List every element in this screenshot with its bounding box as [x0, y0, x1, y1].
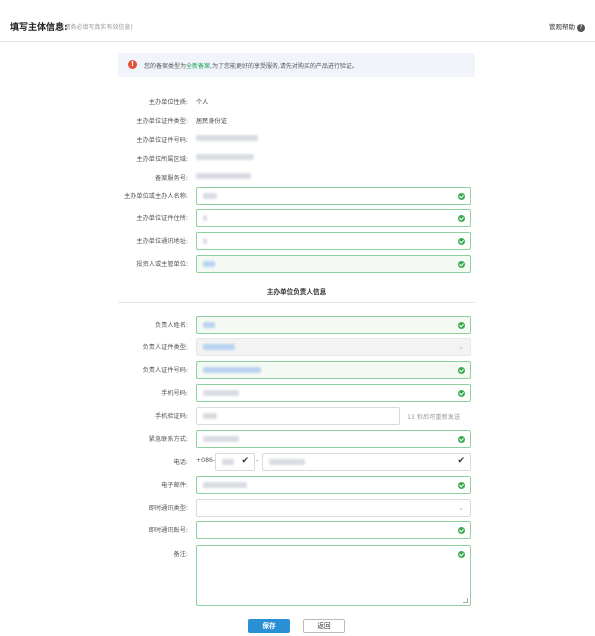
checkmark-icon: ✔: [241, 456, 249, 466]
check-icon: [458, 322, 465, 329]
sms-resend-hint: 13 秒后可重新发送: [407, 414, 461, 421]
remark-textarea[interactable]: [196, 545, 471, 606]
check-icon: [458, 551, 465, 558]
row-email: 电子邮件:: [0, 476, 595, 494]
row-emergency: 紧急联系方式:: [0, 430, 595, 448]
value-unit-id-number: [196, 135, 258, 142]
row-unit-nature: 主办单位性质: 个人: [0, 93, 595, 111]
value-service-number: [196, 173, 251, 180]
label-person-name: 负责人姓名:: [154, 322, 188, 329]
label-investor: 投资人或主管单位:: [136, 261, 188, 268]
check-icon: [458, 390, 465, 397]
resize-handle[interactable]: [463, 598, 468, 603]
page-header: 填写主体信息: (请务必填写真实有效信息) 管观帮助?: [0, 0, 595, 42]
phone-separator: -: [256, 457, 259, 464]
label-im-type: 即时通讯类型:: [148, 505, 188, 512]
check-icon: [458, 436, 465, 443]
value-unit-id-type: 居民身份证: [196, 118, 227, 125]
check-icon: [458, 367, 465, 374]
row-mobile: 手机号码:: [0, 384, 595, 402]
chevron-down-icon: ⌄: [458, 343, 464, 351]
warning-icon: !: [128, 60, 137, 69]
check-icon: [458, 261, 465, 268]
notice-text: 您的备案类型为全新备案,为了您能更好的享受服务,请先对购买的产品进行验证。: [144, 63, 358, 70]
email-input[interactable]: [196, 476, 471, 494]
phone-number-input[interactable]: ✔: [262, 453, 471, 471]
label-service-number: 备案服务号:: [154, 175, 188, 182]
check-icon: [458, 238, 465, 245]
check-icon: [458, 527, 465, 534]
investor-input[interactable]: [196, 255, 471, 273]
unit-address-input[interactable]: [196, 209, 471, 227]
page-title: 填写主体信息:: [10, 23, 68, 33]
label-emergency: 紧急联系方式:: [148, 436, 188, 443]
phone-area-code-input[interactable]: ✔: [215, 453, 255, 471]
back-button[interactable]: 返回: [303, 619, 345, 633]
label-email: 电子邮件:: [161, 482, 188, 489]
row-phone: 电话: +086- ✔ - ✔: [0, 453, 595, 471]
label-mobile: 手机号码:: [161, 390, 188, 397]
row-unit-id-number: 主办单位证件号码:: [0, 131, 595, 149]
im-account-input[interactable]: [196, 521, 471, 539]
row-person-name: 负责人姓名:: [0, 316, 595, 334]
row-service-number: 备案服务号:: [0, 169, 595, 187]
section-title: 主办单位负责人信息: [266, 288, 327, 296]
label-unit-id-type: 主办单位证件类型:: [136, 118, 188, 125]
row-im-account: 即时通讯账号:: [0, 521, 595, 539]
check-icon: [458, 193, 465, 200]
person-id-type-select[interactable]: ⌄: [196, 338, 471, 356]
label-phone: 电话:: [173, 459, 188, 466]
notice-banner: ! 您的备案类型为全新备案,为了您能更好的享受服务,请先对购买的产品进行验证。: [118, 53, 475, 77]
label-sms-code: 手机验证码:: [154, 413, 188, 420]
label-unit-address: 主办单位证件住所:: [136, 215, 188, 222]
page-subtitle: (请务必填写真实有效信息): [62, 24, 133, 31]
label-unit-region: 主办单位所属区域:: [136, 156, 188, 163]
unit-mail-address-input[interactable]: [196, 232, 471, 250]
checkmark-icon: ✔: [457, 456, 465, 466]
unit-name-input[interactable]: [196, 187, 471, 205]
sms-code-input[interactable]: [196, 407, 400, 425]
help-label: 管观帮助: [549, 23, 575, 31]
row-unit-address: 主办单位证件住所:: [0, 209, 595, 227]
row-unit-region: 主办单位所属区域:: [0, 150, 595, 168]
check-icon: [458, 215, 465, 222]
check-icon: [458, 482, 465, 489]
emergency-contact-input[interactable]: [196, 430, 471, 448]
help-link[interactable]: 管观帮助?: [549, 21, 585, 32]
row-person-id-type: 负责人证件类型: ⌄: [0, 338, 595, 356]
person-id-number-input[interactable]: [196, 361, 471, 379]
phone-country-code: +086-: [196, 457, 216, 464]
label-person-id-type: 负责人证件类型:: [142, 344, 188, 351]
row-sms-code: 手机验证码: 13 秒后可重新发送: [0, 407, 595, 425]
label-unit-id-number: 主办单位证件号码:: [136, 137, 188, 144]
label-person-id-number: 负责人证件号码:: [142, 367, 188, 374]
mobile-input[interactable]: [196, 384, 471, 402]
row-unit-mail-address: 主办单位通讯地址:: [0, 232, 595, 250]
question-icon: ?: [577, 24, 585, 32]
person-name-input[interactable]: [196, 316, 471, 334]
label-unit-name: 主办单位或主办人名称:: [124, 193, 188, 200]
label-im-account: 即时通讯账号:: [148, 527, 188, 534]
row-im-type: 即时通讯类型: ⌄: [0, 499, 595, 517]
row-unit-id-type: 主办单位证件类型: 居民身份证: [0, 112, 595, 130]
notice-highlight: 全新备案: [186, 63, 211, 70]
row-investor: 投资人或主管单位:: [0, 255, 595, 273]
row-unit-name: 主办单位或主办人名称:: [0, 187, 595, 205]
save-button[interactable]: 保存: [248, 619, 290, 633]
row-person-id-number: 负责人证件号码:: [0, 361, 595, 379]
im-type-select[interactable]: ⌄: [196, 499, 471, 517]
section-header: 主办单位负责人信息: [118, 283, 475, 303]
value-unit-region: [196, 154, 254, 161]
value-unit-nature: 个人: [196, 99, 209, 106]
label-unit-mail-address: 主办单位通讯地址:: [136, 238, 188, 245]
label-remark: 备注:: [173, 551, 188, 558]
label-unit-nature: 主办单位性质:: [148, 99, 188, 106]
chevron-down-icon: ⌄: [458, 504, 464, 512]
